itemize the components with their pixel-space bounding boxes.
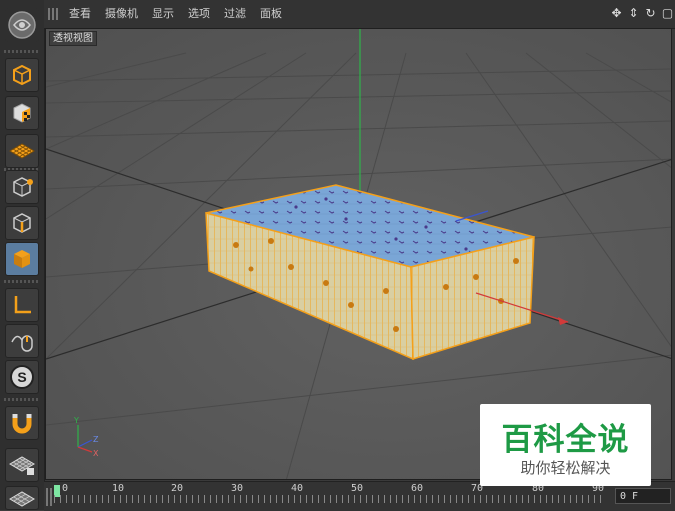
menu-camera[interactable]: 摄像机: [105, 6, 138, 22]
move-view-icon[interactable]: ✥: [609, 6, 624, 21]
menu-panel[interactable]: 面板: [260, 6, 282, 22]
cube-icon[interactable]: [5, 58, 39, 92]
gizmo-z-label: Z: [93, 435, 99, 444]
watermark-logo: 百科全说 助你轻松解决: [480, 404, 651, 486]
left-toolbar: S: [0, 0, 45, 510]
menu-display[interactable]: 显示: [152, 6, 174, 22]
rotate-view-icon[interactable]: ↻: [643, 6, 658, 21]
tick-10: 10: [112, 483, 125, 494]
timeline-ruler[interactable]: [54, 495, 606, 503]
tick-30: 30: [231, 483, 244, 494]
polygon-mode-icon[interactable]: [5, 242, 39, 276]
tick-50: 50: [351, 483, 364, 494]
magnet-icon[interactable]: [5, 406, 39, 440]
edge-mode-icon[interactable]: [5, 206, 39, 240]
grid-lock-icon[interactable]: [5, 448, 39, 482]
viewport-menu-bar: 查看 摄像机 显示 选项 过滤 面板 ✥ ⇕ ↻ ▢: [44, 0, 675, 29]
timeline-grip-icon[interactable]: [46, 488, 52, 506]
menu-options[interactable]: 选项: [188, 6, 210, 22]
maximize-view-icon[interactable]: ▢: [660, 6, 675, 21]
menu-filter[interactable]: 过滤: [224, 6, 246, 22]
current-frame-field[interactable]: 0 F: [615, 488, 671, 504]
watermark-title: 百科全说: [501, 422, 630, 458]
menu-view[interactable]: 查看: [69, 6, 91, 22]
point-mode-icon[interactable]: [5, 170, 39, 204]
axis-tool-icon[interactable]: [5, 288, 39, 322]
svg-text:S: S: [17, 369, 26, 385]
cinema4d-window: S 查看 摄像机 显示 选项 过滤 面板 ✥ ⇕ ↻ ▢ Y Z X 透视视图 …: [0, 0, 675, 511]
gizmo-x-label: X: [93, 449, 99, 458]
grid-workplane-icon[interactable]: [5, 486, 39, 510]
menu-grip-icon[interactable]: [48, 8, 60, 20]
watermark-subtitle: 助你轻松解决: [520, 459, 611, 477]
checker-cube-icon[interactable]: [5, 96, 39, 130]
zoom-view-icon[interactable]: ⇕: [626, 6, 641, 21]
grid-plane-icon[interactable]: [5, 134, 39, 168]
viewport-label: 透视视图: [49, 31, 97, 46]
gizmo-y-label: Y: [73, 416, 79, 425]
tick-0: 0: [62, 483, 69, 494]
viewport-nav-icons: ✥ ⇕ ↻ ▢: [609, 6, 675, 22]
cinema4d-logo-icon[interactable]: [5, 8, 39, 42]
tick-40: 40: [291, 483, 304, 494]
mouse-tweak-icon[interactable]: [5, 324, 39, 358]
tick-60: 60: [411, 483, 424, 494]
tick-20: 20: [171, 483, 184, 494]
snap-s-icon[interactable]: S: [5, 360, 39, 394]
